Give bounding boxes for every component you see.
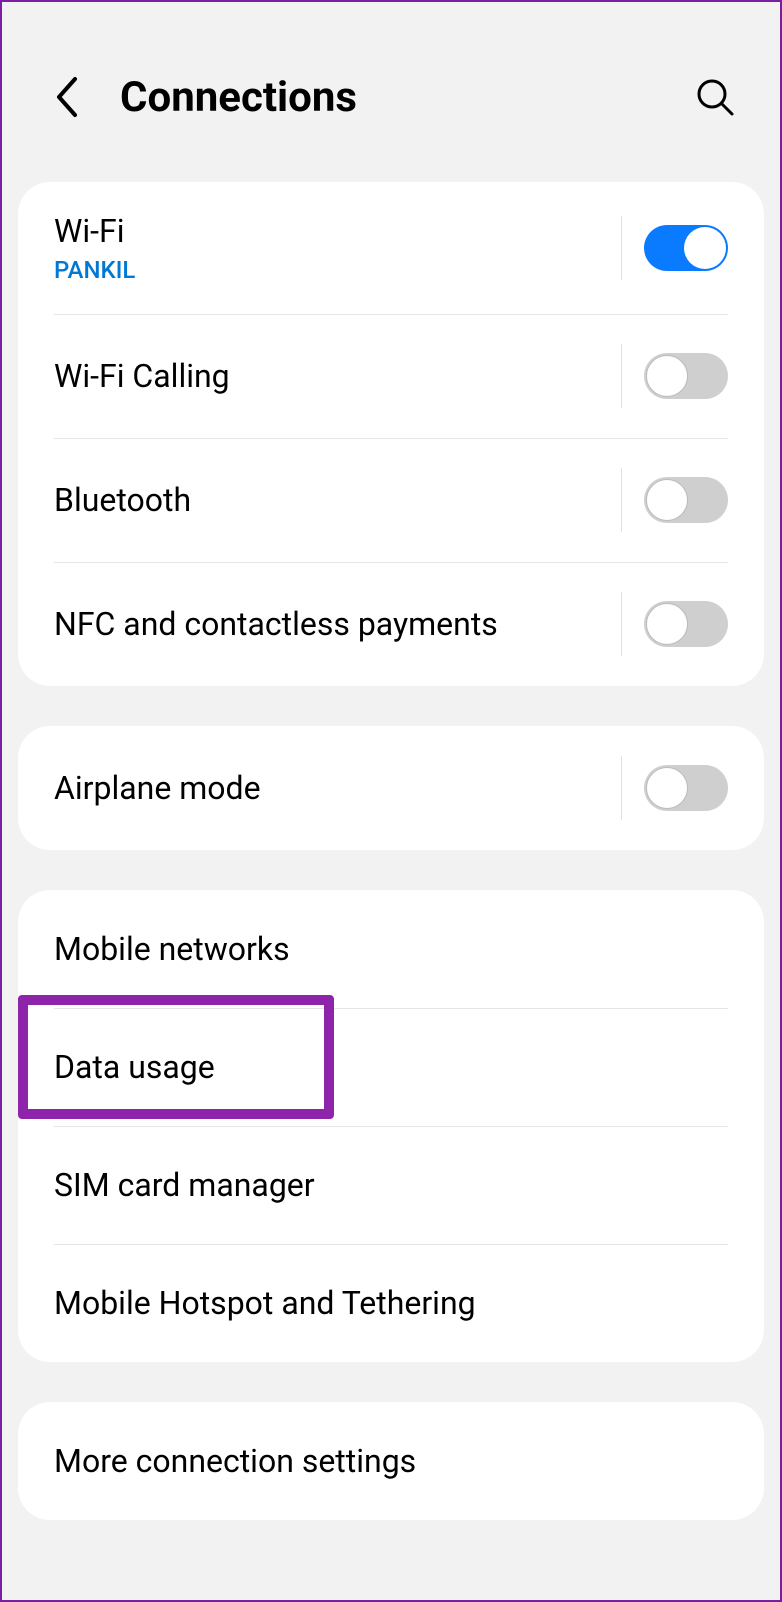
settings-group-1: Wi-Fi PANKIL Wi-Fi Calling Bluetooth NFC… (18, 182, 764, 686)
nfc-label: NFC and contactless payments (54, 605, 621, 643)
sim-manager-label: SIM card manager (54, 1166, 728, 1204)
row-text: Bluetooth (54, 481, 621, 519)
row-text: Mobile Hotspot and Tethering (54, 1284, 728, 1322)
row-text: More connection settings (54, 1442, 728, 1480)
row-text: Data usage (54, 1048, 728, 1086)
wifi-row[interactable]: Wi-Fi PANKIL (18, 182, 764, 314)
airplane-toggle[interactable] (644, 765, 728, 811)
row-text: Mobile networks (54, 930, 728, 968)
row-text: SIM card manager (54, 1166, 728, 1204)
bluetooth-label: Bluetooth (54, 481, 621, 519)
wifi-calling-label: Wi-Fi Calling (54, 357, 621, 395)
hotspot-row[interactable]: Mobile Hotspot and Tethering (18, 1244, 764, 1362)
divider (621, 468, 622, 532)
back-button[interactable] (42, 72, 92, 122)
settings-group-3: Mobile networks Data usage SIM card mana… (18, 890, 764, 1362)
airplane-label: Airplane mode (54, 769, 621, 807)
settings-group-4: More connection settings (18, 1402, 764, 1520)
chevron-left-icon (53, 75, 81, 119)
divider (621, 216, 622, 280)
wifi-label: Wi-Fi (54, 212, 621, 250)
nfc-row[interactable]: NFC and contactless payments (18, 562, 764, 686)
divider (621, 756, 622, 820)
wifi-toggle[interactable] (644, 225, 728, 271)
wifi-calling-row[interactable]: Wi-Fi Calling (18, 314, 764, 438)
row-text: NFC and contactless payments (54, 605, 621, 643)
divider (621, 344, 622, 408)
header: Connections (2, 2, 780, 182)
mobile-networks-row[interactable]: Mobile networks (18, 890, 764, 1008)
search-button[interactable] (690, 72, 740, 122)
divider (621, 592, 622, 656)
bluetooth-row[interactable]: Bluetooth (18, 438, 764, 562)
more-settings-row[interactable]: More connection settings (18, 1402, 764, 1520)
row-text: Wi-Fi Calling (54, 357, 621, 395)
sim-manager-row[interactable]: SIM card manager (18, 1126, 764, 1244)
row-text: Wi-Fi PANKIL (54, 212, 621, 284)
settings-group-2: Airplane mode (18, 726, 764, 850)
data-usage-row[interactable]: Data usage (18, 1008, 764, 1126)
data-usage-label: Data usage (54, 1048, 728, 1086)
row-text: Airplane mode (54, 769, 621, 807)
page-title: Connections (120, 73, 690, 122)
nfc-toggle[interactable] (644, 601, 728, 647)
wifi-sublabel: PANKIL (54, 256, 621, 284)
mobile-networks-label: Mobile networks (54, 930, 728, 968)
wifi-calling-toggle[interactable] (644, 353, 728, 399)
more-settings-label: More connection settings (54, 1442, 728, 1480)
hotspot-label: Mobile Hotspot and Tethering (54, 1284, 728, 1322)
search-icon (695, 77, 735, 117)
airplane-row[interactable]: Airplane mode (18, 726, 764, 850)
bluetooth-toggle[interactable] (644, 477, 728, 523)
